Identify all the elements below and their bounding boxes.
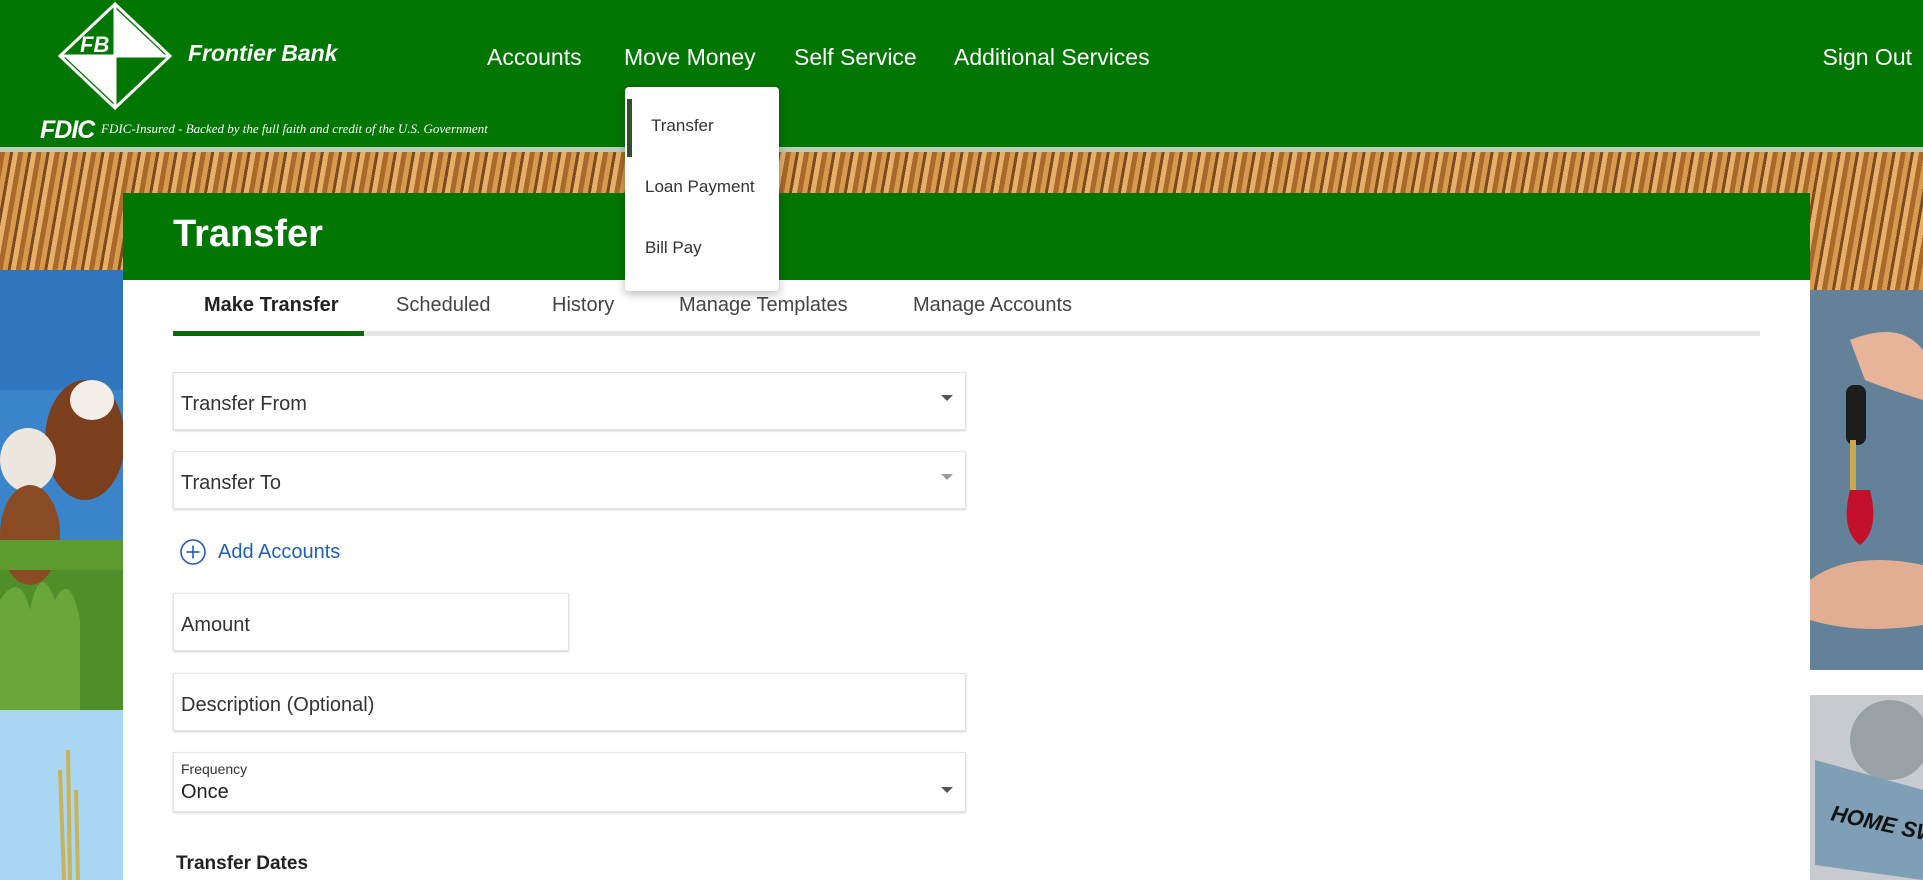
tab-manage-templates[interactable]: Manage Templates xyxy=(679,294,848,317)
transfer-to-select[interactable]: Transfer To xyxy=(173,451,966,509)
card-header: Transfer xyxy=(123,193,1810,280)
tab-history[interactable]: History xyxy=(552,294,614,317)
transfer-card: Transfer Make Transfer Scheduled History… xyxy=(123,193,1810,880)
nav-additional-services[interactable]: Additional Services xyxy=(954,44,1150,71)
fdic-logo: FDIC xyxy=(40,116,95,144)
frequency-value: Once xyxy=(181,781,229,803)
nav-move-money[interactable]: Move Money xyxy=(624,44,756,71)
logo-text: FB xyxy=(80,32,109,57)
frequency-label: Frequency xyxy=(181,761,248,777)
chevron-down-icon xyxy=(941,395,953,401)
transfer-to-label: Transfer To xyxy=(181,472,282,494)
nav-self-service[interactable]: Self Service xyxy=(794,44,917,71)
amount-input[interactable]: Amount xyxy=(173,593,569,651)
description-input[interactable]: Description (Optional) xyxy=(173,673,966,731)
tab-rail xyxy=(173,331,1760,336)
nav-accounts[interactable]: Accounts xyxy=(487,44,582,71)
transfer-dates-heading: Transfer Dates xyxy=(176,853,309,874)
add-accounts-link[interactable]: Add Accounts xyxy=(180,537,340,567)
page-title: Transfer xyxy=(173,213,323,255)
brand-name[interactable]: Frontier Bank xyxy=(188,40,338,67)
description-label: Description (Optional) xyxy=(181,694,375,716)
frequency-select[interactable]: Frequency Once xyxy=(173,752,966,812)
transfer-from-label: Transfer From xyxy=(181,393,307,415)
add-accounts-label: Add Accounts xyxy=(218,540,341,563)
tab-manage-accounts[interactable]: Manage Accounts xyxy=(913,294,1072,317)
transfer-from-select[interactable]: Transfer From xyxy=(173,372,966,430)
chevron-down-icon xyxy=(941,787,953,793)
amount-label: Amount xyxy=(181,614,250,636)
menu-item-transfer[interactable]: Transfer xyxy=(651,116,714,136)
car-keys-image: HOME SWEET HOME xyxy=(1810,290,1923,880)
sign-out-link[interactable]: Sign Out xyxy=(1823,44,1913,71)
menu-item-bill-pay[interactable]: Bill Pay xyxy=(645,238,702,258)
fdic-disclaimer: FDIC-Insured - Backed by the full faith … xyxy=(101,121,488,136)
active-tab-indicator xyxy=(173,331,364,336)
move-money-menu: Transfer Loan Payment Bill Pay xyxy=(625,87,779,291)
menu-item-loan-payment[interactable]: Loan Payment xyxy=(645,177,755,197)
transfer-tabs: Make Transfer Scheduled History Manage T… xyxy=(173,290,1760,336)
add-circle-icon xyxy=(180,539,206,565)
cattle-pasture-image xyxy=(0,270,124,880)
tab-scheduled[interactable]: Scheduled xyxy=(396,294,491,317)
tab-make-transfer[interactable]: Make Transfer xyxy=(204,294,339,317)
chevron-down-icon xyxy=(941,474,953,480)
menu-selected-indicator xyxy=(627,99,632,157)
frontier-bank-logo-icon[interactable]: FB xyxy=(58,2,172,110)
site-header: FB Frontier Bank FDIC FDIC-Insured - Bac… xyxy=(0,0,1923,148)
